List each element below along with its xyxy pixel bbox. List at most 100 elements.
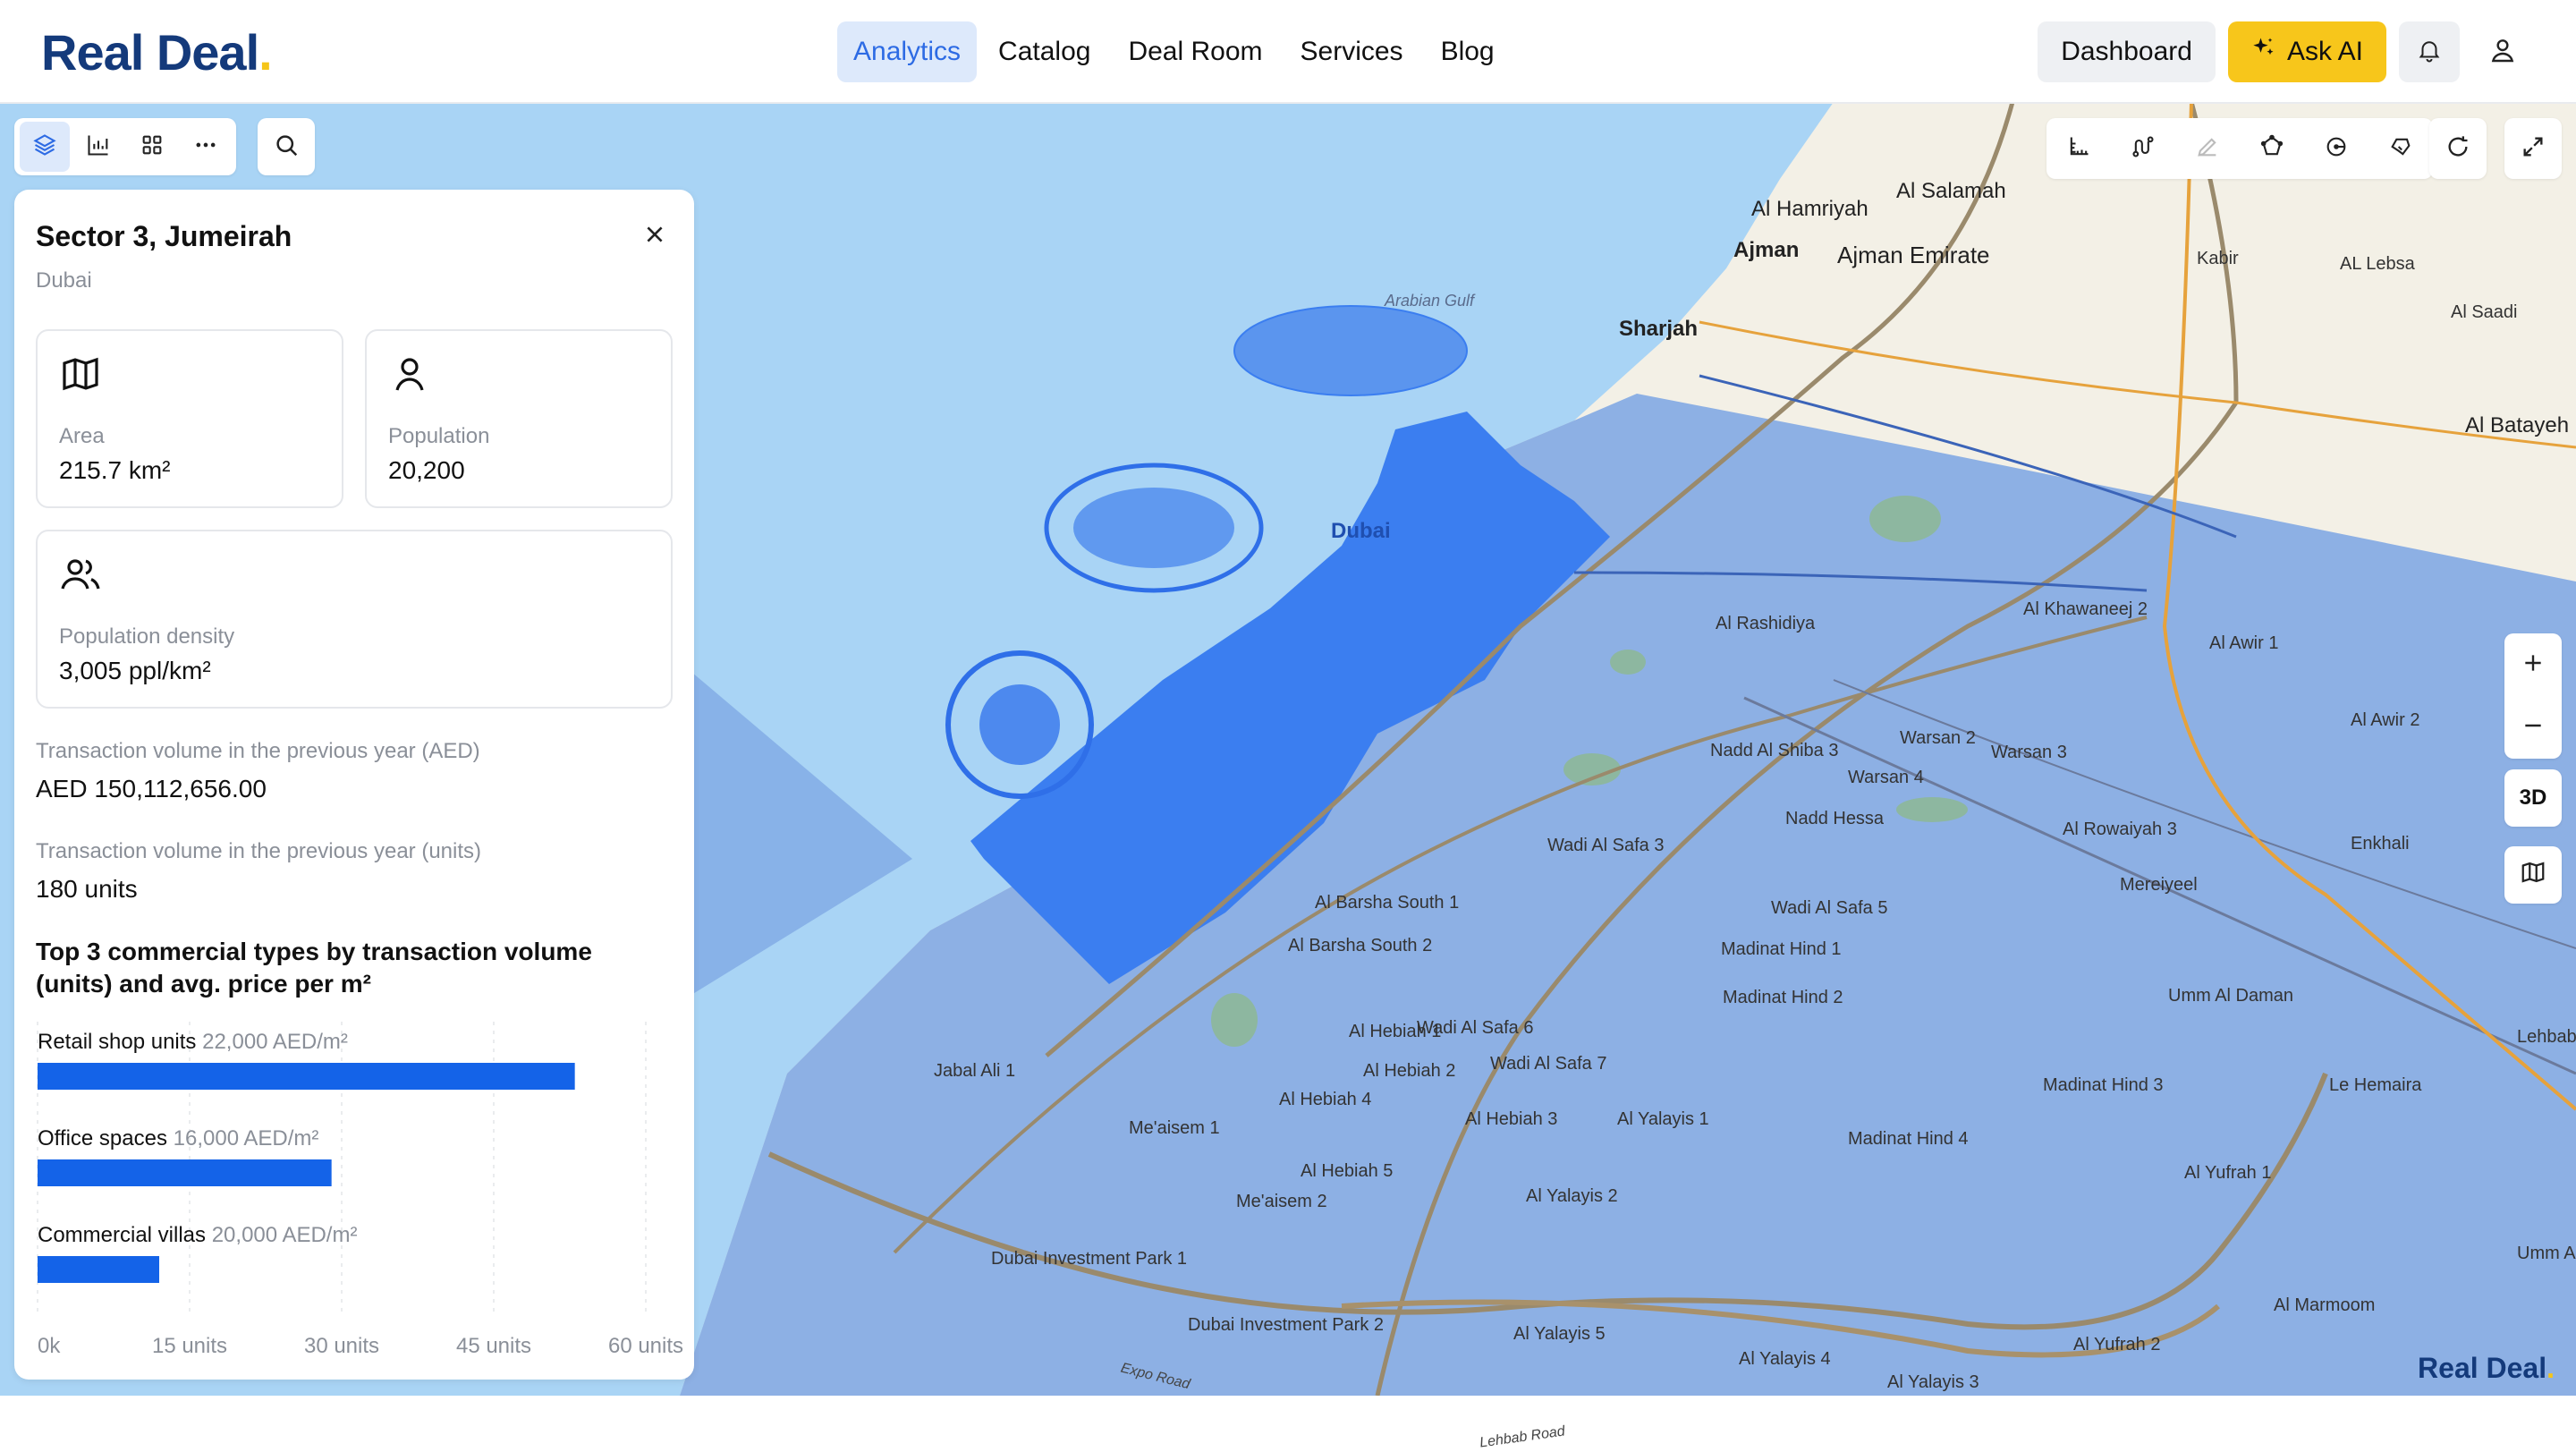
- label-al-rowaiyah-3: Al Rowaiyah 3: [2063, 819, 2177, 839]
- label-al-hebiah-5: Al Hebiah 5: [1301, 1161, 1394, 1181]
- notifications-button[interactable]: [2399, 21, 2460, 82]
- label-al-yalayis-3: Al Yalayis 3: [1887, 1372, 1979, 1392]
- label-al-barsha-south-2: Al Barsha South 2: [1288, 936, 1433, 955]
- more-button[interactable]: [181, 122, 231, 172]
- label-al-awir-2: Al Awir 2: [2351, 710, 2420, 730]
- route-icon: [2131, 134, 2156, 164]
- map-watermark-logo: Real Deal.: [2418, 1352, 2555, 1384]
- chart-button[interactable]: [73, 122, 123, 172]
- ruler-icon: [2066, 134, 2091, 164]
- category-label: Retail shop units 22,000 AED/m²: [38, 1030, 348, 1054]
- route-tool[interactable]: [2118, 123, 2168, 174]
- lasso-icon: [2388, 134, 2413, 164]
- nav-deal-room[interactable]: Deal Room: [1112, 21, 1278, 82]
- label-madinat-hind-4: Madinat Hind 4: [1848, 1129, 1969, 1149]
- ask-ai-label: Ask AI: [2286, 37, 2363, 66]
- x-tick-label: 0k: [38, 1334, 61, 1358]
- more-icon: [193, 132, 218, 162]
- polygon-icon: [2259, 134, 2284, 164]
- header-actions: Dashboard Ask AI: [2038, 21, 2533, 82]
- minus-icon: [2521, 714, 2545, 742]
- label-dubai: Dubai: [1331, 519, 1391, 543]
- fullscreen-button[interactable]: [2504, 118, 2562, 179]
- grid-button[interactable]: [127, 122, 177, 172]
- label-umm-al-ahal: Umm Al Ahal: [2517, 1244, 2576, 1263]
- label-al-yalayis-2: Al Yalayis 2: [1526, 1186, 1618, 1206]
- bar-chart-icon: [86, 132, 111, 162]
- label-al-yufrah-1: Al Yufrah 1: [2184, 1163, 2272, 1183]
- label-al-hebiah-1: Al Hebiah 1: [1349, 1022, 1442, 1041]
- x-tick-label: 30 units: [304, 1334, 379, 1358]
- label-ajman: Ajman: [1733, 238, 1800, 262]
- dubai-islands: [1233, 305, 1468, 396]
- label-al-yalayis-5: Al Yalayis 5: [1513, 1324, 1606, 1344]
- ask-ai-button[interactable]: Ask AI: [2227, 21, 2386, 82]
- nav-analytics[interactable]: Analytics: [837, 21, 978, 82]
- measure-tool[interactable]: [2054, 123, 2104, 174]
- layers-icon: [32, 132, 57, 162]
- label-kabir: Kabir: [2197, 249, 2239, 268]
- label-al-hamriyah: Al Hamriyah: [1751, 197, 1868, 221]
- draw-tool[interactable]: [2182, 123, 2233, 174]
- label-wadi-al-safa-3: Wadi Al Safa 3: [1547, 836, 1665, 855]
- nav-services[interactable]: Services: [1284, 21, 1419, 82]
- top-navigation-bar: Real Deal. Analytics Catalog Deal Room S…: [0, 0, 2576, 104]
- label-me-aisem-2: Me'aisem 2: [1236, 1192, 1327, 1211]
- map-icon: [2520, 859, 2546, 892]
- price-label: 22,000 AED/m²: [202, 1030, 348, 1054]
- label-al-saadi: Al Saadi: [2451, 302, 2518, 322]
- commercial-types-chart: 0k 15 units 30 units 45 units 60 units Retail…: [37, 1022, 683, 1358]
- category-name: Commercial villas: [38, 1223, 212, 1247]
- price-label: 16,000 AED/m²: [174, 1126, 319, 1151]
- label-lehbab-road: Lehbab Road: [1479, 1423, 1566, 1451]
- toggle-3d-button[interactable]: 3D: [2504, 769, 2562, 827]
- label-dip-1: Dubai Investment Park 1: [991, 1249, 1187, 1269]
- lasso-tool[interactable]: [2376, 123, 2426, 174]
- bar[interactable]: [38, 1256, 159, 1283]
- plus-icon: [2521, 651, 2545, 679]
- real-deal-logo[interactable]: Real Deal.: [41, 23, 273, 81]
- profile-button[interactable]: [2472, 21, 2533, 82]
- zoom-out-button[interactable]: [2504, 696, 2562, 759]
- label-nadd-al-shiba-3: Nadd Al Shiba 3: [1710, 741, 1839, 760]
- search-icon: [273, 132, 300, 163]
- label-arabian-gulf: Arabian Gulf: [1385, 292, 1475, 310]
- category-label: Commercial villas 20,000 AED/m²: [38, 1223, 357, 1247]
- category-label: Office spaces 16,000 AED/m²: [38, 1126, 318, 1151]
- zoom-controls: [2504, 633, 2562, 759]
- nav-catalog[interactable]: Catalog: [982, 21, 1106, 82]
- label-wadi-al-safa-5: Wadi Al Safa 5: [1771, 898, 1888, 918]
- label-madinat-hind-1: Madinat Hind 1: [1721, 939, 1842, 959]
- label-al-awir-1: Al Awir 1: [2209, 633, 2279, 653]
- label-jabal-ali-1: Jabal Ali 1: [934, 1061, 1016, 1081]
- radius-icon: [2324, 134, 2349, 164]
- layers-button[interactable]: [20, 122, 70, 172]
- basemap-button[interactable]: [2504, 846, 2562, 904]
- bell-icon: [2416, 37, 2443, 68]
- bar[interactable]: [38, 1159, 332, 1186]
- price-label: 20,000 AED/m²: [212, 1223, 358, 1247]
- bar[interactable]: [38, 1063, 575, 1090]
- label-al-salamah: Al Salamah: [1896, 179, 2006, 203]
- layers-toolbar: [14, 118, 236, 175]
- label-nadd-hessa: Nadd Hessa: [1785, 809, 1885, 828]
- label-al-marmoom: Al Marmoom: [2274, 1295, 2376, 1315]
- user-icon: [2488, 36, 2517, 69]
- radius-tool[interactable]: [2311, 123, 2361, 174]
- rotate-icon: [2445, 134, 2470, 164]
- search-button[interactable]: [258, 118, 315, 175]
- polygon-tool[interactable]: [2247, 123, 2297, 174]
- label-al-lebsa: AL Lebsa: [2340, 254, 2415, 274]
- label-al-hebiah-2: Al Hebiah 2: [1363, 1061, 1456, 1081]
- nav-blog[interactable]: Blog: [1425, 21, 1511, 82]
- label-madinat-hind-3: Madinat Hind 3: [2043, 1075, 2164, 1095]
- label-umm-al-daman: Umm Al Daman: [2168, 986, 2294, 1006]
- dashboard-button[interactable]: Dashboard: [2038, 21, 2216, 82]
- category-name: Retail shop units: [38, 1030, 202, 1054]
- label-sharjah: Sharjah: [1619, 317, 1699, 341]
- label-al-barsha-south-1: Al Barsha South 1: [1315, 893, 1460, 913]
- rotate-button[interactable]: [2429, 118, 2487, 179]
- label-mereiyeel: Mereiyeel: [2120, 875, 2198, 895]
- zoom-in-button[interactable]: [2504, 633, 2562, 696]
- label-warsan-2: Warsan 2: [1900, 728, 1976, 748]
